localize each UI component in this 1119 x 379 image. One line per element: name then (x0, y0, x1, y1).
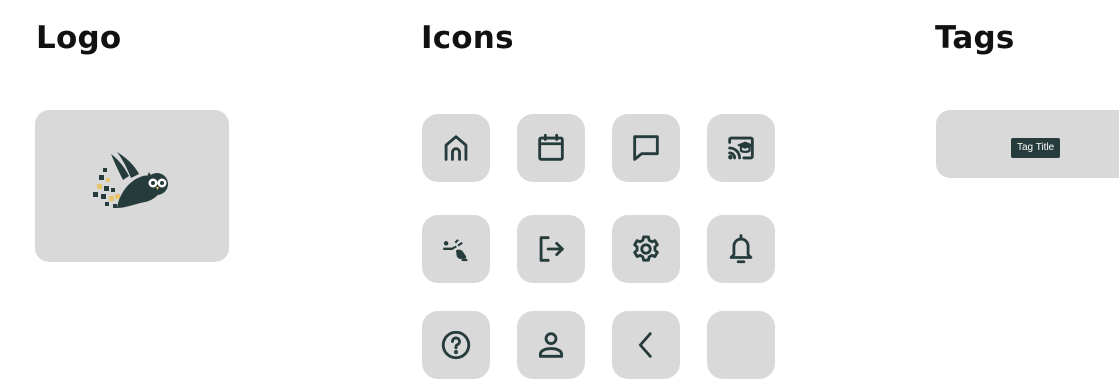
help-icon (441, 330, 471, 360)
home-icon-tile[interactable] (422, 114, 490, 182)
chevron-left-icon-tile[interactable] (612, 311, 680, 379)
sign-language-icon-tile[interactable] (422, 215, 490, 283)
empty-icon-tile (707, 311, 775, 379)
message-icon-tile[interactable] (612, 114, 680, 182)
cast-education-icon-tile[interactable] (707, 114, 775, 182)
bell-icon (729, 234, 753, 264)
message-icon (633, 135, 659, 161)
help-icon-tile[interactable] (422, 311, 490, 379)
cast-education-icon (728, 136, 754, 160)
tag-title-badge[interactable]: Tag Title (1011, 138, 1061, 158)
calendar-icon-tile[interactable] (517, 114, 585, 182)
calendar-icon (538, 133, 564, 161)
user-icon-tile[interactable] (517, 311, 585, 379)
icons-section-title: Icons (421, 20, 514, 56)
tags-section-title: Tags (935, 20, 1015, 56)
home-icon (444, 135, 468, 161)
gear-icon (633, 235, 659, 262)
sign-language-icon (443, 239, 468, 262)
logo-section-title: Logo (36, 20, 122, 56)
logout-icon-tile[interactable] (517, 215, 585, 283)
gear-icon-tile[interactable] (612, 215, 680, 283)
owl-logo-icon (93, 152, 168, 208)
chevron-left-icon (638, 332, 652, 358)
tag-card: Tag Title (936, 110, 1119, 178)
logo-card (35, 110, 229, 262)
bell-icon-tile[interactable] (707, 215, 775, 283)
user-icon (538, 332, 564, 358)
logout-icon (539, 236, 564, 262)
